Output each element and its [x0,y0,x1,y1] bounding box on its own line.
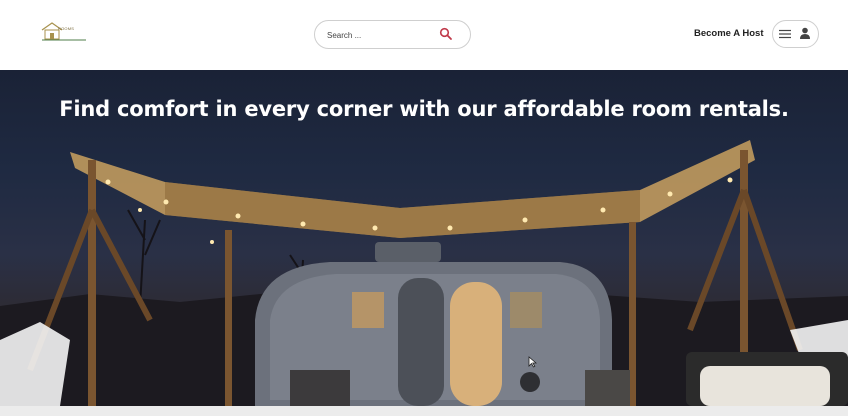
search-icon[interactable] [439,27,453,41]
page-content-edge [0,406,848,416]
site-header: ROOMS Become A Host [0,0,848,70]
logo-icon[interactable] [38,20,88,44]
hero-title: Find comfort in every corner with our af… [59,97,789,121]
become-host-link[interactable]: Become A Host [694,28,764,39]
person-icon [800,27,810,39]
mouse-cursor-icon [528,356,537,368]
logo-text: ROOMS [58,26,75,31]
hero-banner: Find comfort in every corner with our af… [0,70,848,406]
hamburger-menu-icon [779,29,791,39]
search-input[interactable] [327,28,437,42]
